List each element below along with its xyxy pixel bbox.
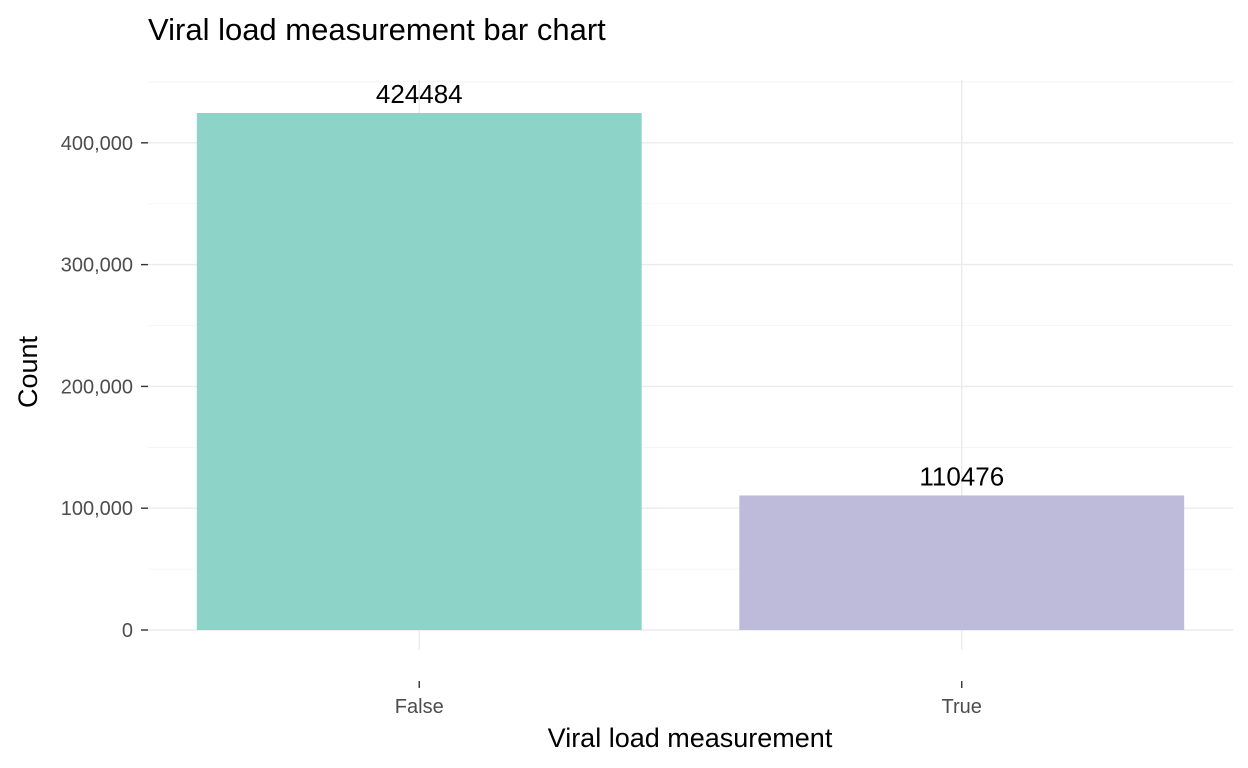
bar-false <box>196 113 642 630</box>
y-tick-label: 200,000 <box>61 376 133 398</box>
bars-group <box>196 113 1185 630</box>
y-axis-title: Count <box>13 335 43 408</box>
x-axis: False True <box>395 681 982 718</box>
chart-title: Viral load measurement bar chart <box>148 12 606 47</box>
bar-true <box>739 495 1185 630</box>
y-axis: 0 100,000 200,000 300,000 400,000 <box>61 133 148 642</box>
bar-chart: 424484 110476 0 100,000 200,000 300,000 400,0… <box>13 12 1233 753</box>
data-label-false: 424484 <box>376 79 463 109</box>
x-tick-label-true: True <box>942 696 982 718</box>
x-tick-label-false: False <box>395 696 444 718</box>
y-tick-label: 100,000 <box>61 498 133 520</box>
y-tick-label: 0 <box>122 620 133 642</box>
y-tick-label: 400,000 <box>61 133 133 155</box>
y-tick-label: 300,000 <box>61 255 133 277</box>
x-axis-title: Viral load measurement <box>548 723 833 753</box>
data-label-true: 110476 <box>919 461 1004 491</box>
